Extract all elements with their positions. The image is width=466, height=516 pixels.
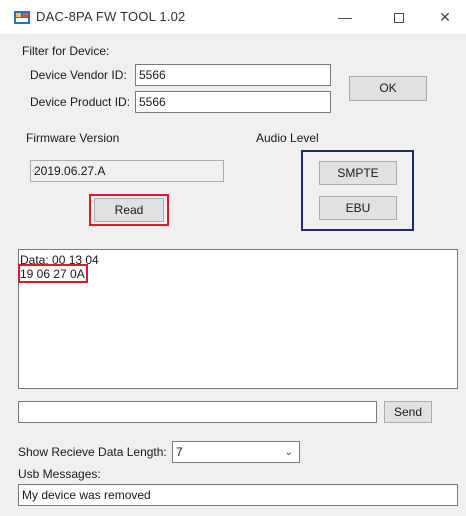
vendor-id-label: Device Vendor ID: xyxy=(30,68,127,82)
receive-length-value: 7 xyxy=(176,445,183,459)
product-id-label: Device Product ID: xyxy=(30,95,131,109)
ok-button[interactable]: OK xyxy=(349,76,427,101)
data-highlight-frame xyxy=(18,264,88,283)
firmware-version-field: 2019.06.27.A xyxy=(30,160,224,182)
maximize-button[interactable] xyxy=(384,6,414,28)
audio-level-heading: Audio Level xyxy=(256,131,319,145)
window-title: DAC-8PA FW TOOL 1.02 xyxy=(36,9,186,24)
read-highlight-frame xyxy=(89,194,169,226)
usb-messages-label: Usb Messages: xyxy=(18,467,101,481)
close-icon: ✕ xyxy=(439,9,451,25)
receive-length-select[interactable]: 7 ⌄ xyxy=(172,441,300,463)
title-bar: DAC-8PA FW TOOL 1.02 — ✕ xyxy=(0,0,466,34)
vendor-id-input[interactable]: 5566 xyxy=(135,64,331,86)
usb-messages-field: My device was removed xyxy=(18,484,458,506)
minimize-icon: — xyxy=(338,9,352,25)
chevron-down-icon: ⌄ xyxy=(284,447,293,458)
minimize-button[interactable]: — xyxy=(330,6,360,28)
send-button[interactable]: Send xyxy=(384,401,432,423)
send-input[interactable] xyxy=(18,401,377,423)
maximize-icon xyxy=(394,13,404,24)
close-button[interactable]: ✕ xyxy=(430,6,460,28)
firmware-heading: Firmware Version xyxy=(26,131,120,145)
filter-heading: Filter for Device: xyxy=(22,44,110,58)
app-window: DAC-8PA FW TOOL 1.02 — ✕ Filter for Devi… xyxy=(0,0,466,516)
app-icon xyxy=(14,11,30,24)
audio-highlight-frame xyxy=(301,150,414,231)
receive-length-label: Show Recieve Data Length: xyxy=(18,445,167,459)
firmware-group xyxy=(18,141,238,241)
product-id-input[interactable]: 5566 xyxy=(135,91,331,113)
